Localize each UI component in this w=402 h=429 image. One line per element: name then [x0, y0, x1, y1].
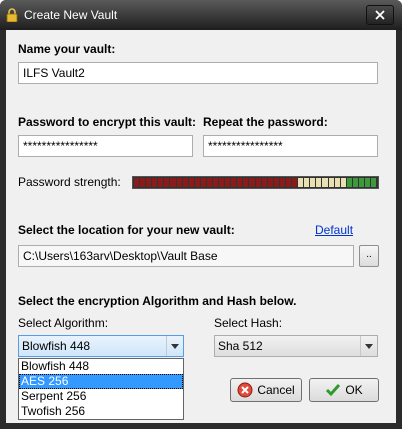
strength-segment: [255, 178, 261, 187]
strength-segment: [134, 178, 140, 187]
strength-segment: [231, 178, 237, 187]
strength-segment: [146, 178, 152, 187]
ok-button-label: OK: [345, 383, 363, 397]
algorithm-option[interactable]: Twofish 256: [19, 404, 183, 419]
dialog-window: Create New Vault Name your vault: ILFS V…: [0, 0, 402, 429]
strength-segment: [371, 178, 377, 187]
strength-segment: [164, 178, 170, 187]
hash-select[interactable]: Sha 512: [214, 335, 378, 357]
repeat-password-label: Repeat the password:: [203, 115, 328, 129]
dialog-body: Name your vault: ILFS Vault2 Password to…: [6, 30, 396, 423]
strength-segment: [267, 178, 273, 187]
browse-button[interactable]: ..: [359, 245, 379, 267]
strength-segment: [340, 178, 346, 187]
vault-name-input[interactable]: ILFS Vault2: [18, 62, 378, 84]
strength-segment: [182, 178, 188, 187]
strength-segment: [304, 178, 310, 187]
password-label: Password to encrypt this vault:: [18, 115, 197, 129]
location-label: Select the location for your new vault:: [18, 223, 235, 237]
algorithm-label: Select Algorithm:: [18, 316, 109, 330]
ok-button[interactable]: OK: [309, 378, 379, 402]
strength-segment: [243, 178, 249, 187]
strength-segment: [316, 178, 322, 187]
default-location-link[interactable]: Default: [315, 223, 353, 237]
strength-segment: [219, 178, 225, 187]
vault-location-input[interactable]: C:\Users\163arv\Desktop\Vault Base: [18, 245, 354, 267]
strength-segment: [310, 178, 316, 187]
hash-selected-value: Sha 512: [218, 339, 263, 353]
strength-segment: [206, 178, 213, 187]
strength-segment: [249, 178, 255, 187]
strength-segment: [213, 178, 219, 187]
strength-segment: [322, 178, 328, 187]
window-title: Create New Vault: [24, 8, 118, 22]
algorithm-dropdown-arrow[interactable]: [166, 336, 183, 356]
close-button[interactable]: [366, 5, 394, 25]
algorithm-option[interactable]: Serpent 256: [19, 389, 183, 404]
password-input[interactable]: ****************: [18, 135, 193, 157]
strength-segment: [200, 178, 206, 187]
strength-segment: [292, 178, 298, 187]
strength-segment: [273, 178, 279, 187]
strength-segment: [140, 178, 146, 187]
strength-segment: [346, 178, 352, 187]
algorithm-select[interactable]: Blowfish 448: [18, 335, 184, 357]
strength-segment: [358, 178, 364, 187]
strength-segment: [194, 178, 200, 187]
cancel-icon: [237, 382, 253, 398]
hash-dropdown-arrow[interactable]: [360, 336, 377, 356]
cancel-button-label: Cancel: [257, 383, 295, 397]
strength-segment: [176, 178, 182, 187]
password-strength-meter: [132, 176, 379, 189]
strength-segment: [352, 178, 358, 187]
cancel-button[interactable]: Cancel: [230, 378, 302, 402]
strength-segment: [364, 178, 371, 187]
strength-segment: [152, 178, 158, 187]
algorithm-selected-value: Blowfish 448: [22, 339, 91, 353]
encryption-heading: Select the encryption Algorithm and Hash…: [18, 294, 297, 308]
checkmark-icon: [326, 384, 341, 397]
hash-label: Select Hash:: [214, 316, 283, 330]
strength-segment: [298, 178, 304, 187]
vault-name-label: Name your vault:: [18, 42, 116, 56]
strength-segment: [188, 178, 194, 187]
strength-segment: [158, 178, 164, 187]
strength-segment: [170, 178, 176, 187]
strength-segment: [334, 178, 340, 187]
strength-segment: [285, 178, 292, 187]
algorithm-option[interactable]: Blowfish 448: [19, 359, 183, 374]
strength-segment: [279, 178, 285, 187]
strength-segment: [261, 178, 267, 187]
strength-segment: [328, 178, 334, 187]
chevron-down-icon: [171, 343, 179, 349]
algorithm-dropdown-list[interactable]: Blowfish 448 AES 256 Serpent 256 Twofish 25…: [18, 358, 184, 420]
strength-segment: [237, 178, 243, 187]
repeat-password-input[interactable]: ****************: [203, 135, 378, 157]
chevron-down-icon: [365, 343, 373, 349]
lock-icon: [6, 8, 18, 22]
password-strength-label: Password strength:: [18, 175, 121, 189]
algorithm-option[interactable]: AES 256: [19, 374, 183, 389]
close-icon: [375, 10, 385, 20]
strength-segment: [225, 178, 231, 187]
title-bar[interactable]: Create New Vault: [0, 0, 402, 30]
